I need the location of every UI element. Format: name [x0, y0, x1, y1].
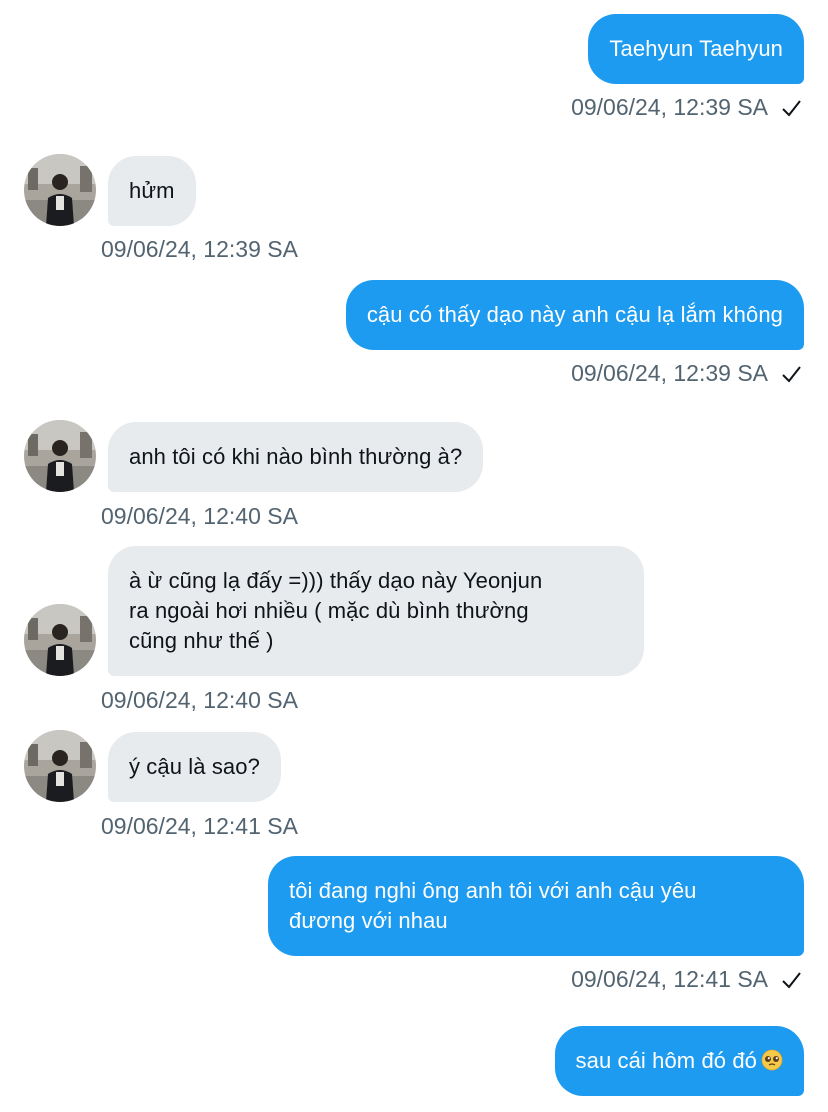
- avatar-photo: [24, 604, 96, 676]
- message-timestamp: 09/06/24, 12:41 SA: [101, 813, 298, 839]
- avatar-photo: [24, 730, 96, 802]
- check-icon: [782, 972, 801, 989]
- avatar[interactable]: [24, 420, 96, 492]
- message-timestamp: 09/06/24, 12:40 SA: [101, 687, 298, 713]
- message-timestamp: 09/06/24, 12:40 SA: [101, 503, 298, 529]
- avatar[interactable]: [24, 730, 96, 802]
- message-bubble-incoming[interactable]: hửm: [108, 156, 196, 226]
- message-bubble-outgoing[interactable]: cậu có thấy dạo này anh cậu lạ lắm không: [345, 280, 804, 350]
- message-timestamp: 09/06/24, 12:39 SA: [101, 236, 298, 262]
- message-timestamp: 09/06/24, 12:41 SA: [571, 966, 768, 992]
- message-bubble-incoming[interactable]: anh tôi có khi nào bình thường à?: [108, 422, 484, 492]
- pleading-face-emoji: [761, 1049, 783, 1071]
- message-bubble-outgoing[interactable]: tôi đang nghi ông anh tôi với anh cậu yê…: [268, 856, 804, 956]
- avatar-photo: [24, 154, 96, 226]
- check-icon: [782, 100, 801, 117]
- avatar[interactable]: [24, 604, 96, 676]
- avatar-photo: [24, 420, 96, 492]
- check-icon: [782, 366, 801, 383]
- message-bubble-outgoing[interactable]: Taehyun Taehyun: [588, 14, 804, 84]
- message-text: sau cái hôm đó đó: [575, 1048, 757, 1073]
- avatar[interactable]: [24, 154, 96, 226]
- message-bubble-incoming[interactable]: à ừ cũng lạ đấy =))) thấy dạo này Yeonju…: [108, 546, 644, 676]
- message-timestamp: 09/06/24, 12:39 SA: [571, 360, 768, 386]
- message-timestamp: 09/06/24, 12:39 SA: [571, 94, 768, 120]
- message-bubble-incoming[interactable]: ý cậu là sao?: [108, 732, 281, 802]
- message-bubble-outgoing[interactable]: sau cái hôm đó đó: [554, 1026, 804, 1096]
